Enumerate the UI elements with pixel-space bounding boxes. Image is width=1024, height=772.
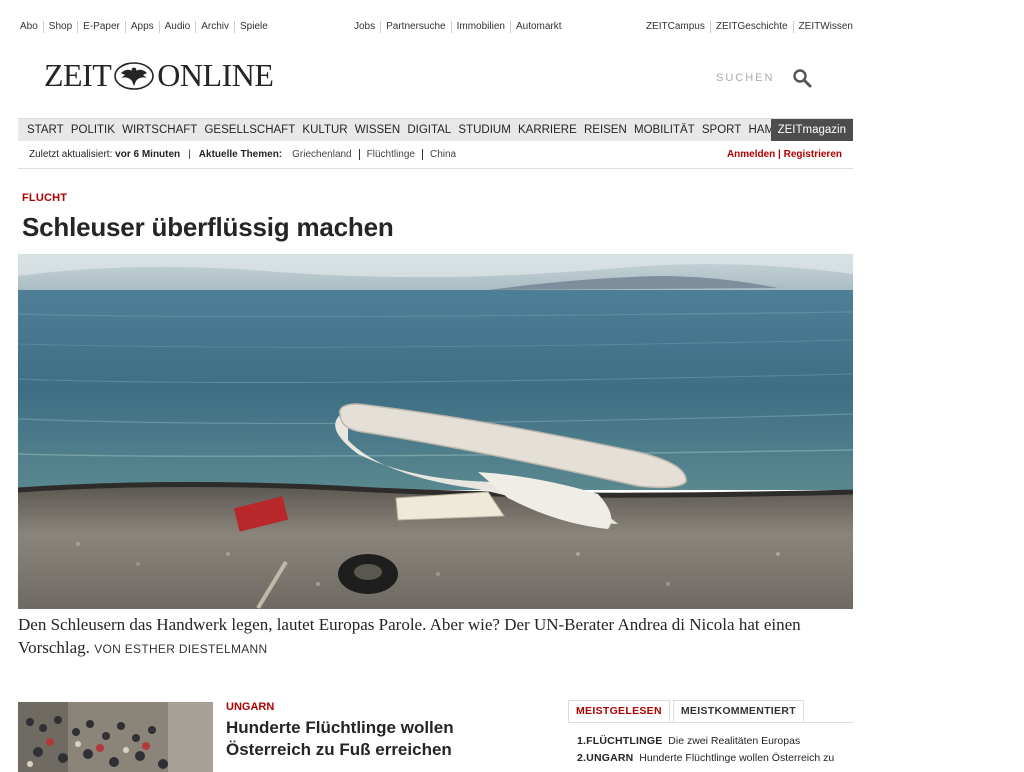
lead-author: VON ESTHER DIESTELMANN bbox=[94, 642, 268, 656]
service-link[interactable]: E-Paper bbox=[77, 21, 125, 33]
nav-item-reisen[interactable]: REISEN bbox=[580, 119, 630, 141]
second-article-kicker[interactable]: UNGARN bbox=[226, 701, 274, 713]
nav-item-zeitmagazin[interactable]: ZEITmagazin bbox=[770, 119, 853, 141]
register-link[interactable]: Registrieren bbox=[784, 149, 842, 160]
search-icon[interactable] bbox=[792, 68, 812, 88]
nav-item-start[interactable]: START bbox=[18, 119, 67, 141]
service-link[interactable]: Automarkt bbox=[509, 21, 567, 33]
nav-item-wissen[interactable]: WISSEN bbox=[351, 119, 404, 141]
list-item-number: 1. bbox=[577, 735, 587, 747]
list-item-kicker: FLÜCHTLINGE bbox=[586, 735, 663, 747]
nav-item-gesellschaft[interactable]: GESELLSCHAFT bbox=[201, 119, 299, 141]
nav-item-politik[interactable]: POLITIK bbox=[67, 119, 118, 141]
topics-label: Aktuelle Themen: bbox=[198, 149, 283, 160]
logo-text-right: ONLINE bbox=[157, 57, 274, 93]
account-separator: | bbox=[775, 149, 784, 160]
service-link[interactable]: ZEITCampus bbox=[641, 21, 710, 33]
service-link[interactable]: Apps bbox=[124, 21, 159, 33]
list-item[interactable]: 2.UNGARN Hunderte Flüchtlinge wollen Öst… bbox=[577, 750, 853, 767]
nav-item-mobilitaet[interactable]: MOBILITÄT bbox=[630, 119, 698, 141]
lead-headline[interactable]: Schleuser überflüssig machen bbox=[22, 212, 394, 243]
list-item-title: Hunderte Flüchtlinge wollen Österreich z… bbox=[639, 752, 835, 764]
topics-bar-left: Zuletzt aktualisiert: vor 6 Minuten | Ak… bbox=[29, 149, 463, 160]
nav-item-studium[interactable]: STUDIUM bbox=[455, 119, 515, 141]
service-link[interactable]: Archiv bbox=[195, 21, 234, 33]
list-item[interactable]: 1.FLÜCHTLINGE Die zwei Realitäten Europa… bbox=[577, 733, 853, 750]
account-links: Anmelden | Registrieren bbox=[727, 149, 842, 160]
nav-item-sport[interactable]: SPORT bbox=[698, 119, 745, 141]
service-links-left: Abo Shop E-Paper Apps Audio Archiv Spiel… bbox=[15, 21, 273, 33]
service-link[interactable]: ZEITGeschichte bbox=[709, 21, 793, 33]
second-article-image[interactable] bbox=[18, 702, 213, 772]
second-article-headline[interactable]: Hunderte Flüchtlinge wollen Österreich z… bbox=[226, 717, 526, 761]
updated-label: Zuletzt aktualisiert: bbox=[29, 149, 113, 160]
topic-link-fluechtlinge[interactable]: Flüchtlinge bbox=[358, 149, 422, 160]
service-link[interactable]: Audio bbox=[158, 21, 196, 33]
most-read-list: 1.FLÜCHTLINGE Die zwei Realitäten Europa… bbox=[577, 733, 853, 767]
service-bar: Abo Shop E-Paper Apps Audio Archiv Spiel… bbox=[18, 18, 853, 36]
topics-bar: Zuletzt aktualisiert: vor 6 Minuten | Ak… bbox=[18, 146, 853, 169]
list-item-number: 2. bbox=[577, 752, 587, 764]
lead-kicker[interactable]: FLUCHT bbox=[22, 192, 67, 204]
main-navigation: START POLITIK WIRTSCHAFT GESELLSCHAFT KU… bbox=[18, 118, 853, 141]
updated-value: vor 6 Minuten bbox=[115, 149, 181, 160]
service-links-right: ZEITCampus ZEITGeschichte ZEITWissen bbox=[641, 21, 858, 33]
nav-item-digital[interactable]: DIGITAL bbox=[404, 119, 455, 141]
topic-link-china[interactable]: China bbox=[421, 149, 463, 160]
nav-item-wirtschaft[interactable]: WIRTSCHAFT bbox=[119, 119, 201, 141]
most-read-tabs: MEISTGELESEN MEISTKOMMENTIERT bbox=[568, 700, 853, 723]
service-link[interactable]: Immobilien bbox=[450, 21, 510, 33]
service-links-middle: Jobs Partnersuche Immobilien Automarkt bbox=[349, 21, 567, 33]
service-link[interactable]: Spiele bbox=[234, 21, 273, 33]
tab-meistkommentiert[interactable]: MEISTKOMMENTIERT bbox=[672, 700, 804, 722]
logo-text-left: ZEIT bbox=[44, 57, 112, 93]
list-item-title: Die zwei Realitäten Europas bbox=[668, 735, 801, 747]
service-link[interactable]: Partnersuche bbox=[380, 21, 450, 33]
separator: | bbox=[188, 149, 191, 160]
eagle-emblem-icon bbox=[113, 61, 155, 91]
nav-item-karriere[interactable]: KARRIERE bbox=[514, 119, 580, 141]
service-link[interactable]: Jobs bbox=[349, 21, 380, 33]
lead-article-image[interactable] bbox=[18, 254, 853, 609]
nav-item-kultur[interactable]: KULTUR bbox=[299, 119, 351, 141]
topic-link-griechenland[interactable]: Griechenland bbox=[282, 149, 358, 160]
search-label[interactable]: SUCHEN bbox=[716, 72, 774, 84]
search-box[interactable]: SUCHEN bbox=[716, 68, 812, 88]
login-link[interactable]: Anmelden bbox=[727, 149, 775, 160]
lead-teaser[interactable]: Den Schleusern das Handwerk legen, laute… bbox=[18, 613, 858, 661]
tab-meistgelesen[interactable]: MEISTGELESEN bbox=[568, 700, 670, 722]
service-link[interactable]: Abo bbox=[15, 21, 43, 33]
list-item-kicker: UNGARN bbox=[586, 752, 634, 764]
service-link[interactable]: ZEITWissen bbox=[792, 21, 858, 33]
service-link[interactable]: Shop bbox=[42, 21, 77, 33]
site-logo[interactable]: ZEIT ONLINE bbox=[44, 57, 274, 94]
